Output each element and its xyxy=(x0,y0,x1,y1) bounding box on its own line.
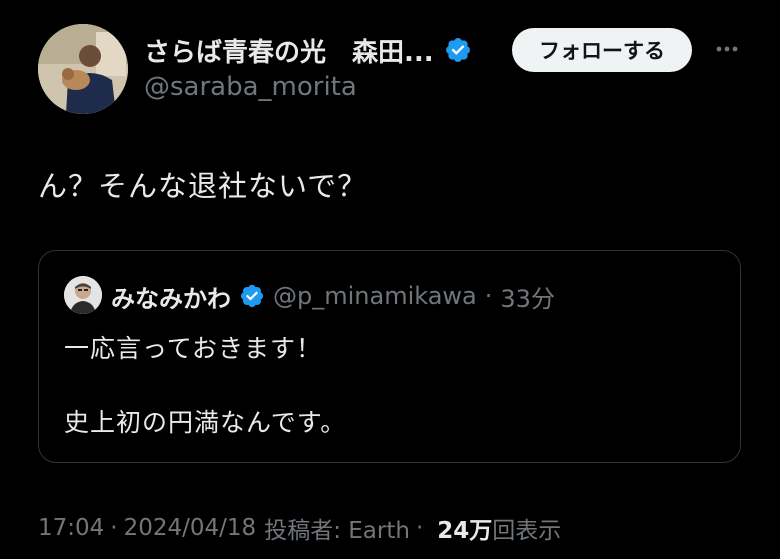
tweet-meta: 17:04 · 2024/04/18 投稿者: Earth · 24万 回表示 xyxy=(38,511,561,545)
author-name-row: さらば青春の光 森田... xyxy=(144,28,472,72)
quoted-author-name[interactable]: みなみかわ xyxy=(111,279,231,314)
author-avatar[interactable] xyxy=(38,24,128,114)
quoted-tweet-header: みなみかわ @p_minamikawa · 33分 xyxy=(111,279,555,313)
quoted-tweet-text-line1: 一応言っておきます！ xyxy=(64,334,323,363)
views-label: 回表示 xyxy=(492,518,562,544)
quoted-tweet-text-line2: 史上初の円満なんです。 xyxy=(64,408,347,437)
quoted-author-avatar[interactable] xyxy=(64,276,102,314)
meta-separator-2: · xyxy=(415,515,424,541)
quoted-tweet-card[interactable]: みなみかわ @p_minamikawa · 33分 一応言っておきます！ 史上初… xyxy=(38,250,741,463)
author-handle[interactable]: @saraba_morita xyxy=(144,72,357,102)
views-count[interactable]: 24万 xyxy=(437,511,492,545)
follow-button[interactable]: フォローする xyxy=(512,28,692,72)
more-horizontal-icon[interactable] xyxy=(712,34,742,64)
quoted-verified-badge-icon xyxy=(239,283,265,309)
tweet-text: ん？そんな退社ないで？ xyxy=(38,169,368,203)
posted-by: 投稿者: Earth xyxy=(264,518,410,544)
quoted-separator: · xyxy=(484,282,493,310)
tweet-date[interactable]: 2024/04/18 xyxy=(124,515,257,541)
verified-badge-icon xyxy=(444,36,472,64)
quoted-author-avatar-image xyxy=(64,276,102,314)
quoted-author-handle[interactable]: @p_minamikawa xyxy=(273,282,477,310)
meta-separator: · xyxy=(110,515,118,541)
quoted-timestamp[interactable]: 33分 xyxy=(500,279,555,314)
author-display-name[interactable]: さらば青春の光 森田... xyxy=(144,32,434,69)
tweet-time[interactable]: 17:04 xyxy=(38,515,104,541)
author-avatar-image xyxy=(38,24,128,114)
